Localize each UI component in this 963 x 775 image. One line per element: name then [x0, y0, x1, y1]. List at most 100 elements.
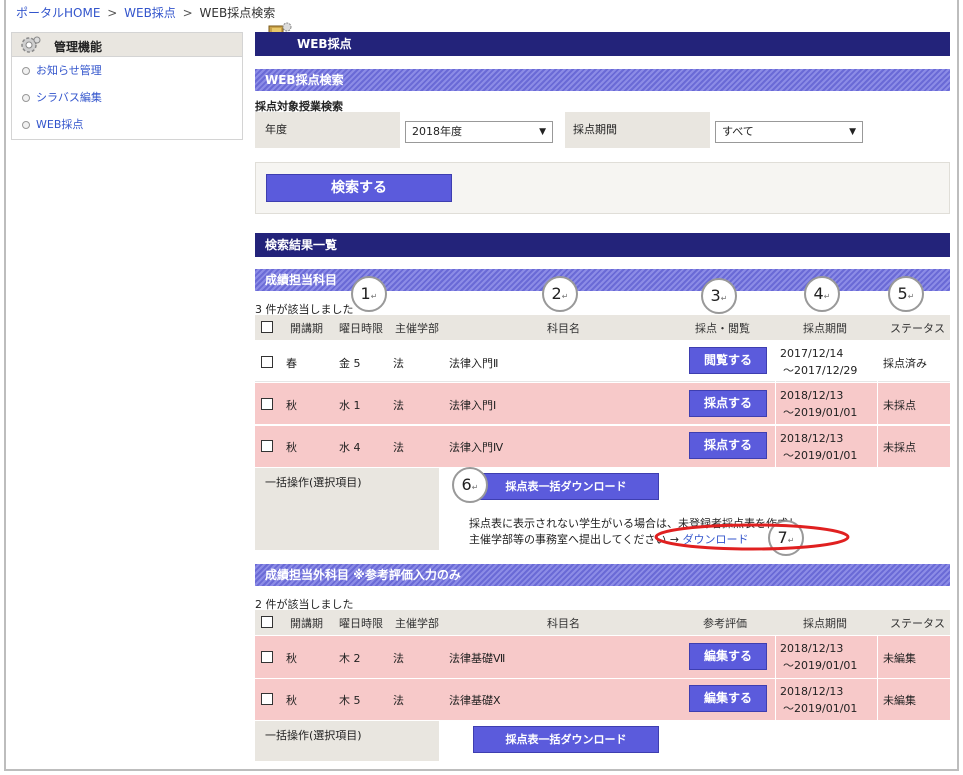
col-header-action: 参考評価	[703, 617, 747, 630]
row-period-end: ～2019/01/01	[783, 659, 858, 672]
row-checkbox[interactable]	[261, 651, 273, 663]
year-label: 年度	[265, 123, 287, 136]
note-line2-text: 主催学部等の事務室へ提出してください	[469, 533, 667, 546]
col-header-subject: 科目名	[547, 322, 580, 335]
return-mark-icon: ↵	[823, 292, 831, 301]
chevron-down-icon: ▼	[849, 127, 856, 137]
row-slot: 木 5	[339, 694, 361, 707]
highlight-ellipse	[654, 523, 850, 551]
row-dept: 法	[393, 652, 404, 665]
section2-header: 成績担当外科目 ※参考評価入力のみ	[255, 564, 950, 586]
row-status: 採点済み	[883, 357, 927, 370]
bulk-download-button[interactable]: 採点表一括ダウンロード	[473, 473, 659, 500]
row-status: 未採点	[883, 441, 916, 454]
sidebar-item-label: WEB採点	[36, 118, 84, 131]
breadcrumb-web-link[interactable]: WEB採点	[124, 6, 176, 20]
row-slot: 水 1	[339, 399, 361, 412]
edit-button[interactable]: 編集する	[689, 685, 767, 712]
grade-button[interactable]: 採点する	[689, 432, 767, 459]
bullet-icon	[22, 121, 30, 129]
col-header-dept: 主催学部	[395, 322, 439, 335]
period-select[interactable]: すべて ▼	[715, 121, 863, 143]
row-term: 秋	[286, 399, 297, 412]
row-period-end: ～2017/12/29	[783, 364, 858, 377]
callout-marker: 5↵	[888, 276, 924, 312]
callout-number: 6	[461, 475, 472, 494]
callout-marker: 2↵	[542, 276, 578, 312]
row-subject: 法律入門Ⅱ	[449, 357, 499, 370]
row-period-end: ～2019/01/01	[783, 406, 858, 419]
row-status: 未編集	[883, 694, 916, 707]
row-term: 秋	[286, 652, 297, 665]
gear-icon	[21, 36, 41, 53]
row-period-start: 2018/12/13	[780, 389, 844, 402]
sidebar-item-label: お知らせ管理	[36, 64, 102, 77]
return-mark-icon: ↵	[561, 292, 569, 301]
column-divider	[877, 636, 878, 720]
row-status: 未採点	[883, 399, 916, 412]
breadcrumb: ポータルHOME > WEB採点 > WEB採点検索	[16, 4, 275, 21]
callout-marker: 3↵	[701, 278, 737, 314]
bulk-download-button[interactable]: 採点表一括ダウンロード	[473, 726, 659, 753]
row-period-start: 2018/12/13	[780, 432, 844, 445]
callout-marker: 1↵	[351, 276, 387, 312]
col-header-period: 採点期間	[803, 617, 847, 630]
breadcrumb-current: WEB採点検索	[199, 6, 276, 20]
col-header-term: 開講期	[290, 617, 323, 630]
row-checkbox[interactable]	[261, 440, 273, 452]
breadcrumb-separator: >	[182, 6, 193, 20]
return-mark-icon: ↵	[471, 483, 479, 492]
return-mark-icon: ↵	[720, 294, 728, 303]
bulk-label: 一括操作(選択項目)	[265, 729, 362, 742]
select-all-checkbox[interactable]	[261, 616, 273, 628]
col-header-period: 採点期間	[803, 322, 847, 335]
select-all-checkbox[interactable]	[261, 321, 273, 333]
row-status: 未編集	[883, 652, 916, 665]
callout-number: 3	[710, 286, 721, 305]
page-title: WEB採点	[297, 37, 352, 51]
row-checkbox[interactable]	[261, 398, 273, 410]
sidebar-header: 管理機能	[12, 33, 242, 57]
row-period-end: ～2019/01/01	[783, 702, 858, 715]
breadcrumb-home-link[interactable]: ポータルHOME	[16, 6, 100, 20]
callout-marker: 6↵	[452, 467, 488, 503]
row-dept: 法	[393, 694, 404, 707]
sidebar-item-label: シラバス編集	[36, 91, 102, 104]
row-dept: 法	[393, 357, 404, 370]
row-slot: 水 4	[339, 441, 361, 454]
view-button[interactable]: 閲覧する	[689, 347, 767, 374]
col-header-subject: 科目名	[547, 617, 580, 630]
sidebar-title: 管理機能	[54, 40, 103, 54]
breadcrumb-separator: >	[107, 6, 118, 20]
col-header-status: ステータス	[890, 617, 945, 630]
callout-number: 4	[813, 284, 824, 303]
callout-marker: 4↵	[804, 276, 840, 312]
row-term: 秋	[286, 694, 297, 707]
bulk-label: 一括操作(選択項目)	[265, 476, 362, 489]
col-header-status: ステータス	[890, 322, 945, 335]
sidebar: 管理機能 お知らせ管理 シラバス編集 WEB採点	[11, 32, 243, 140]
callout-number: 2	[551, 284, 562, 303]
row-checkbox[interactable]	[261, 356, 273, 368]
sidebar-item-syllabus[interactable]: シラバス編集	[12, 84, 242, 111]
chevron-down-icon: ▼	[539, 127, 546, 137]
row-slot: 木 2	[339, 652, 361, 665]
sidebar-item-web-grading[interactable]: WEB採点	[12, 111, 242, 138]
row-subject: 法律基礎Ⅶ	[449, 652, 506, 665]
bullet-icon	[22, 94, 30, 102]
year-select-value: 2018年度	[412, 125, 462, 138]
search-button[interactable]: 検索する	[266, 174, 452, 202]
callout-number: 5	[897, 284, 908, 303]
col-header-dept: 主催学部	[395, 617, 439, 630]
search-section-title: WEB採点検索	[265, 73, 344, 87]
year-select[interactable]: 2018年度 ▼	[405, 121, 553, 143]
col-header-action: 採点・閲覧	[695, 322, 750, 335]
edit-button[interactable]: 編集する	[689, 643, 767, 670]
col-header-term: 開講期	[290, 322, 323, 335]
period-label: 採点期間	[573, 123, 617, 136]
page-title-bar: WEB採点	[255, 32, 950, 56]
row-subject: 法律基礎Ⅹ	[449, 694, 501, 707]
sidebar-item-news[interactable]: お知らせ管理	[12, 57, 242, 84]
row-checkbox[interactable]	[261, 693, 273, 705]
grade-button[interactable]: 採点する	[689, 390, 767, 417]
